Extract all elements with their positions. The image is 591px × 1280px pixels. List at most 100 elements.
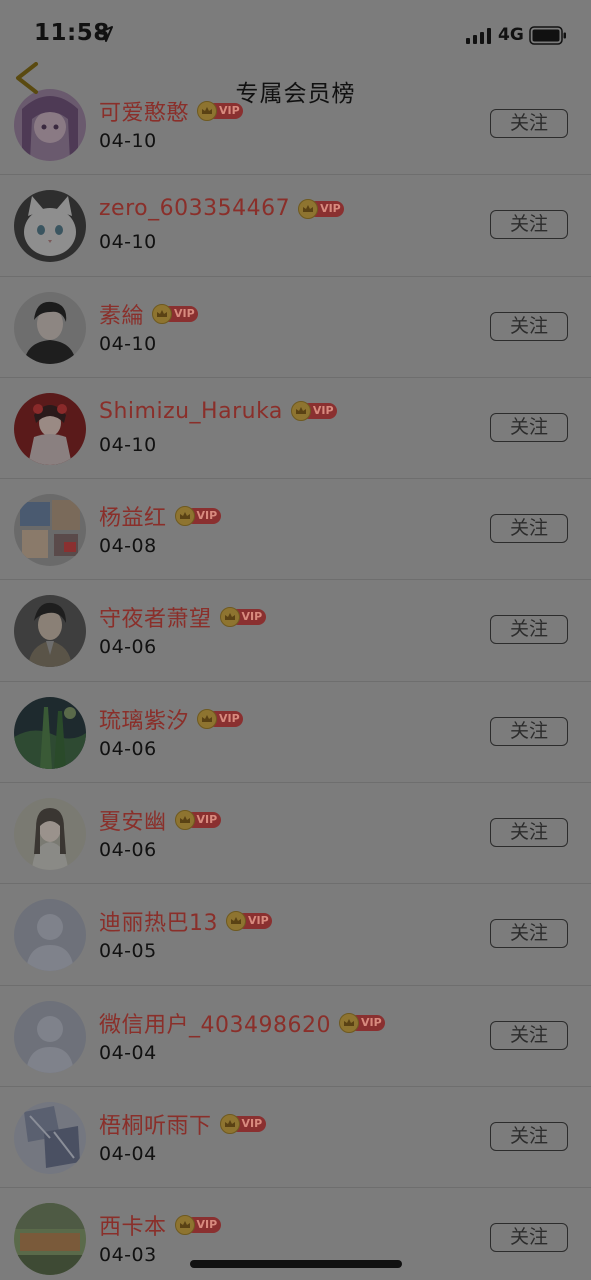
member-name-row: Shimizu_Haruka VIP <box>99 399 339 424</box>
avatar[interactable] <box>14 190 86 263</box>
avatar[interactable] <box>14 696 86 769</box>
member-name[interactable]: 迪丽热巴13 <box>99 905 218 937</box>
member-name-row: 微信用户_403498620 VIP <box>99 1007 387 1039</box>
member-list[interactable]: 可爱憨憨 VIP 04-10 关注 zero_603354467 VIP 04-10 关注 素綸… <box>0 74 591 1280</box>
avatar[interactable] <box>14 899 86 972</box>
member-name[interactable]: 琉璃紫汐 <box>99 703 189 735</box>
member-name[interactable]: zero_603354467 <box>99 196 290 221</box>
vip-label: VIP <box>360 1015 382 1029</box>
cellular-signal-icon <box>466 28 491 44</box>
follow-button[interactable]: 关注 <box>490 514 568 544</box>
vip-badge: VIP <box>174 1215 223 1236</box>
vip-badge: VIP <box>338 1012 387 1033</box>
member-date: 04-10 <box>99 231 157 254</box>
member-date: 04-06 <box>99 636 157 659</box>
member-list-item[interactable]: zero_603354467 VIP 04-10 关注 <box>0 175 591 277</box>
network-type: 4G <box>498 25 524 45</box>
member-name-row: 夏安幽 VIP <box>99 804 223 836</box>
member-list-item[interactable]: 微信用户_403498620 VIP 04-04 关注 <box>0 986 591 1087</box>
member-name-row: 素綸 VIP <box>99 298 200 330</box>
vip-label: VIP <box>174 306 195 320</box>
follow-button[interactable]: 关注 <box>490 1020 568 1050</box>
member-date: 04-04 <box>99 1142 157 1165</box>
member-date: 04-06 <box>99 737 157 760</box>
member-date: 04-04 <box>99 1041 157 1064</box>
member-list-item[interactable]: Shimizu_Haruka VIP 04-10 关注 <box>0 378 591 480</box>
vip-badge: VIP <box>219 1113 268 1134</box>
member-name-row: 琉璃紫汐 VIP <box>99 703 245 735</box>
vip-label: VIP <box>241 610 263 624</box>
member-name[interactable]: 梧桐听雨下 <box>99 1108 212 1140</box>
follow-button[interactable]: 关注 <box>490 311 568 341</box>
nav-bar: 专属会员榜 <box>0 62 591 116</box>
follow-button[interactable]: 关注 <box>490 919 568 949</box>
vip-badge: VIP <box>174 810 223 831</box>
vip-badge: VIP <box>226 911 274 932</box>
crown-icon <box>152 303 173 324</box>
follow-button[interactable]: 关注 <box>490 412 568 442</box>
member-name[interactable]: 杨益红 <box>99 500 167 532</box>
member-list-item[interactable]: 守夜者萧望 VIP 04-06 关注 <box>0 580 591 682</box>
vip-badge: VIP <box>152 303 200 324</box>
member-name[interactable]: 西卡本 <box>99 1209 167 1241</box>
screen: 可爱憨憨 VIP 04-10 关注 zero_603354467 VIP 04-10 关注 素綸… <box>0 0 591 1280</box>
member-name[interactable]: 守夜者萧望 <box>99 601 212 633</box>
vip-label: VIP <box>248 914 269 928</box>
avatar[interactable] <box>14 595 86 668</box>
member-date: 04-10 <box>99 433 157 456</box>
vip-label: VIP <box>320 201 341 215</box>
avatar[interactable] <box>14 494 86 567</box>
member-name[interactable]: Shimizu_Haruka <box>99 399 283 424</box>
member-name-row: 迪丽热巴13 VIP <box>99 905 274 937</box>
vip-badge: VIP <box>197 708 245 729</box>
member-date: 04-06 <box>99 839 157 862</box>
member-list-item[interactable]: 琉璃紫汐 VIP 04-06 关注 <box>0 682 591 784</box>
crown-icon <box>174 1215 195 1236</box>
member-name-row: 西卡本 VIP <box>99 1209 223 1241</box>
vip-label: VIP <box>241 1116 263 1130</box>
location-arrow-icon <box>97 26 113 42</box>
avatar[interactable] <box>14 1203 86 1276</box>
member-date: 04-10 <box>99 332 157 355</box>
avatar[interactable] <box>14 392 86 465</box>
crown-icon <box>174 506 195 527</box>
member-date: 04-10 <box>99 130 157 152</box>
vip-label: VIP <box>196 1218 218 1232</box>
crown-icon <box>219 607 240 628</box>
status-bar: 11:58 4G <box>0 0 591 62</box>
page-title: 专属会员榜 <box>235 81 356 107</box>
battery-icon <box>529 26 566 45</box>
member-date: 04-03 <box>99 1244 157 1267</box>
avatar[interactable] <box>14 1101 86 1174</box>
member-name[interactable]: 素綸 <box>99 298 144 330</box>
member-date: 04-08 <box>99 535 157 558</box>
avatar[interactable] <box>14 291 86 364</box>
follow-button[interactable]: 关注 <box>490 716 568 746</box>
follow-button[interactable]: 关注 <box>490 1121 568 1151</box>
vip-badge: VIP <box>174 506 223 527</box>
vip-badge: VIP <box>298 198 346 219</box>
follow-button[interactable]: 关注 <box>490 615 568 645</box>
member-name-row: 守夜者萧望 VIP <box>99 601 268 633</box>
follow-button[interactable]: 关注 <box>490 1223 568 1253</box>
avatar[interactable] <box>14 1000 86 1073</box>
crown-icon <box>338 1012 359 1033</box>
member-list-item[interactable]: 夏安幽 VIP 04-06 关注 <box>0 783 591 885</box>
member-list-item[interactable]: 梧桐听雨下 VIP 04-04 关注 <box>0 1087 591 1189</box>
member-date: 04-05 <box>99 940 157 963</box>
follow-button[interactable]: 关注 <box>490 818 568 848</box>
member-name[interactable]: 微信用户_403498620 <box>99 1007 331 1039</box>
member-name[interactable]: 夏安幽 <box>99 804 167 836</box>
crown-icon <box>197 708 218 729</box>
home-indicator[interactable] <box>190 1260 402 1268</box>
vip-badge: VIP <box>219 607 268 628</box>
avatar[interactable] <box>14 798 86 871</box>
member-list-item[interactable]: 迪丽热巴13 VIP 04-05 关注 <box>0 884 591 986</box>
vip-label: VIP <box>219 711 240 725</box>
follow-button[interactable]: 关注 <box>490 210 568 240</box>
member-list-item[interactable]: 素綸 VIP 04-10 关注 <box>0 277 591 378</box>
crown-icon <box>219 1113 240 1134</box>
vip-badge: VIP <box>290 401 339 422</box>
member-list-item[interactable]: 杨益红 VIP 04-08 关注 <box>0 479 591 581</box>
crown-icon <box>174 810 195 831</box>
